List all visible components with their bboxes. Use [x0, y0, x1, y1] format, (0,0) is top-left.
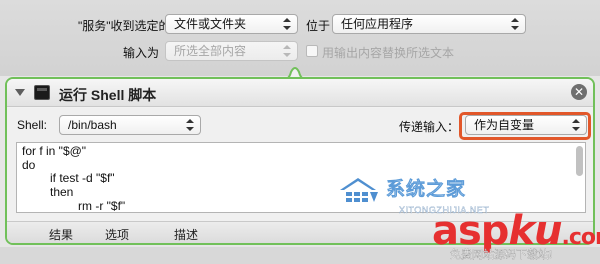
- action-title: 运行 Shell 脚本: [59, 87, 157, 103]
- shell-popup-value: /bin/bash: [68, 118, 117, 132]
- replace-output-checkbox[interactable]: [306, 45, 318, 57]
- aspku-subtitle-watermark: 免费网站源码下载站!: [450, 249, 553, 261]
- application-popup-value: 任何应用程序: [341, 17, 414, 31]
- input-is-popup-value: 所选全部内容: [174, 44, 247, 58]
- code-line: rm -r "$f": [78, 199, 126, 213]
- xitongzhijia-title-watermark: 系统之家: [386, 179, 467, 201]
- popup-arrows-icon: [511, 17, 519, 31]
- in-label: 位于: [306, 19, 331, 33]
- code-line: do: [22, 158, 36, 172]
- application-popup[interactable]: 任何应用程序: [332, 14, 526, 34]
- replace-output-label: 用输出内容替换所选文本: [322, 46, 455, 60]
- receives-popup[interactable]: 文件或文件夹: [165, 14, 298, 34]
- tab-description[interactable]: 描述: [174, 226, 198, 243]
- tab-results[interactable]: 结果: [49, 226, 73, 243]
- receives-label: "服务"收到选定的: [78, 19, 171, 33]
- tab-options[interactable]: 选项: [105, 226, 129, 243]
- close-icon[interactable]: ✕: [571, 84, 587, 100]
- code-line: then: [50, 185, 74, 199]
- editor-scrollbar[interactable]: [576, 146, 583, 176]
- highlight-annotation-box: [459, 112, 591, 140]
- input-is-label: 输入为: [123, 46, 160, 60]
- code-line: if test -d "$f": [50, 171, 115, 185]
- code-line: for f in "$@": [22, 144, 87, 158]
- terminal-icon: [34, 85, 50, 100]
- pass-input-label: 传递输入：: [399, 120, 460, 134]
- action-header: 运行 Shell 脚本 ✕: [7, 79, 593, 107]
- popup-arrows-icon: [186, 118, 194, 132]
- aspku-part-com: .com: [561, 225, 600, 250]
- input-is-popup[interactable]: 所选全部内容: [165, 41, 298, 61]
- disclosure-triangle-icon[interactable]: [15, 89, 25, 96]
- shell-label: Shell:: [17, 118, 48, 132]
- shell-popup[interactable]: /bin/bash: [59, 115, 201, 135]
- popup-arrows-icon: [283, 44, 291, 58]
- receives-popup-value: 文件或文件夹: [174, 17, 247, 31]
- popup-arrows-icon: [283, 17, 291, 31]
